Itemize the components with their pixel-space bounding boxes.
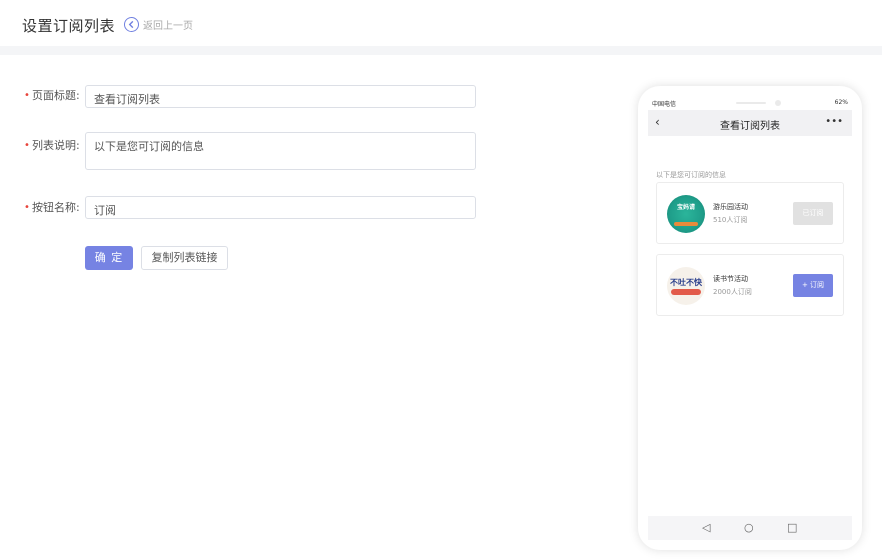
speaker-grille (736, 102, 766, 104)
android-nav-bar: ◁ ○ □ (648, 516, 852, 540)
carrier-label: 中国电信 (652, 101, 677, 108)
form-row-page-title: • 页面标题: (24, 90, 85, 102)
button-name-label: 按钮名称: (32, 201, 80, 214)
subscribed-button[interactable]: 已订阅 (793, 202, 833, 225)
thumbnail-text: 不吐不快 (670, 278, 702, 287)
camera-dot (775, 100, 781, 106)
recents-square-icon[interactable]: □ (787, 521, 797, 534)
page-title: 设置订阅列表 (22, 17, 116, 35)
phone-screen: 中国电信 62% ‹ 查看订阅列表 ••• 以下是您可订阅的信息 宝妈请 游乐园… (648, 96, 852, 540)
subscribe-button[interactable]: + 订阅 (793, 274, 833, 297)
phone-list-desc: 以下是您可订阅的信息 (656, 171, 726, 179)
confirm-button[interactable]: 确 定 (85, 246, 133, 270)
card-count: 510人订阅 (713, 216, 748, 224)
button-name-input[interactable]: 订阅 (85, 196, 476, 219)
card-title: 游乐园活动 (713, 203, 748, 211)
card-title: 读书节活动 (713, 275, 748, 283)
chevron-left-circle-icon (124, 17, 139, 32)
activity-thumbnail: 宝妈请 (667, 195, 705, 233)
back-triangle-icon[interactable]: ◁ (702, 521, 710, 534)
activity-thumbnail: 不吐不快 (667, 267, 705, 305)
subscription-card: 不吐不快 读书节活动 2000人订阅 + 订阅 (656, 254, 844, 316)
page-header: 设置订阅列表 返回上一页 (0, 0, 882, 48)
more-icon[interactable]: ••• (825, 116, 843, 127)
thumbnail-band (674, 222, 698, 226)
required-mark: • (24, 140, 30, 151)
phone-preview: 中国电信 62% ‹ 查看订阅列表 ••• 以下是您可订阅的信息 宝妈请 游乐园… (638, 86, 862, 550)
copy-list-link-button[interactable]: 复制列表链接 (141, 246, 228, 270)
form-row-list-desc: • 列表说明: (24, 140, 85, 152)
home-circle-icon[interactable]: ○ (744, 521, 754, 534)
header-divider (0, 46, 882, 55)
subscription-card: 宝妈请 游乐园活动 510人订阅 已订阅 (656, 182, 844, 244)
required-mark: • (24, 90, 30, 101)
thumbnail-text: 宝妈请 (676, 204, 695, 211)
page-title-input[interactable]: 查看订阅列表 (85, 85, 476, 108)
thumbnail-band (671, 289, 701, 295)
required-mark: • (24, 202, 30, 213)
list-desc-textarea[interactable]: 以下是您可订阅的信息 (85, 132, 476, 170)
page-title-label: 页面标题: (32, 89, 80, 102)
battery-label: 62% (834, 99, 848, 106)
phone-nav-title: 查看订阅列表 (720, 121, 780, 132)
back-link-label: 返回上一页 (143, 21, 193, 32)
status-bar: 中国电信 62% (648, 96, 852, 110)
back-link[interactable]: 返回上一页 (124, 17, 193, 32)
form-row-button-name: • 按钮名称: (24, 202, 85, 214)
list-desc-label: 列表说明: (32, 139, 80, 152)
card-count: 2000人订阅 (713, 288, 752, 296)
phone-navbar: ‹ 查看订阅列表 ••• (648, 110, 852, 136)
